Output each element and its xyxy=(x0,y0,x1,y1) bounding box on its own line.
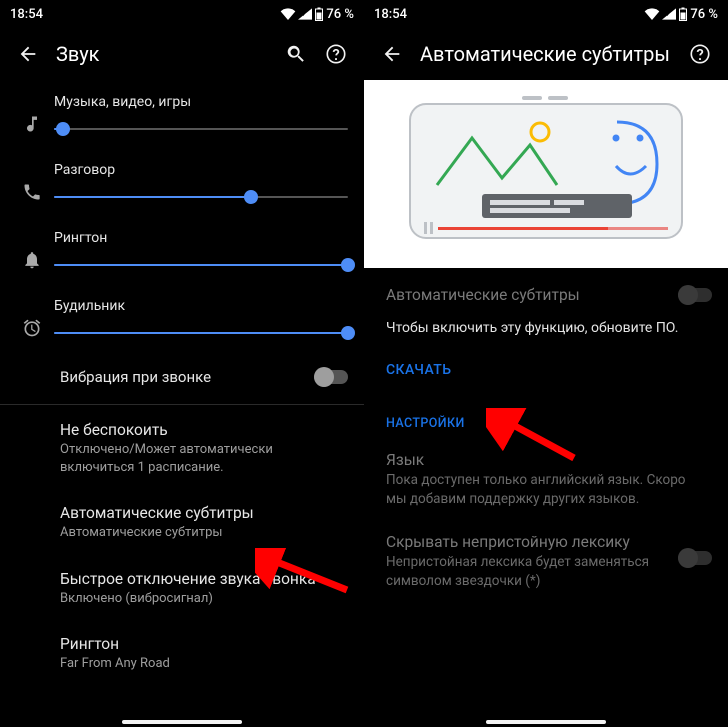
dnd-subtitle: Отключено/Может автоматически включиться… xyxy=(60,441,348,476)
appbar: Автоматические субтитры xyxy=(364,28,728,80)
phone-icon xyxy=(22,182,42,202)
bell-icon xyxy=(22,250,42,270)
signal-icon: 4 xyxy=(662,8,676,20)
screen-sound-settings: 18:54 4 76 % Звук xyxy=(0,0,364,727)
alarm-icon xyxy=(22,318,42,338)
auto-captions-subtitle: Автоматические субтитры xyxy=(60,524,348,542)
volume-ring-slider[interactable] xyxy=(54,250,348,280)
volume-alarm-slider[interactable] xyxy=(54,318,348,348)
page-title: Автоматические субтитры xyxy=(412,42,680,66)
captions-illustration-icon xyxy=(382,90,710,268)
page-title: Звук xyxy=(48,42,276,66)
auto-captions-switch xyxy=(678,288,712,302)
settings-section-label: Настройки xyxy=(364,390,728,437)
download-button[interactable]: Скачать xyxy=(364,342,728,390)
ringtone-title: Рингтон xyxy=(60,635,348,653)
status-battery: 76 % xyxy=(326,7,354,22)
svg-text:4: 4 xyxy=(301,11,305,18)
vibrate-on-ring-switch[interactable] xyxy=(314,370,348,384)
dnd-item[interactable]: Не беспокоить Отключено/Может автоматиче… xyxy=(0,407,364,490)
volume-call-label: Разговор xyxy=(54,162,348,178)
help-button[interactable] xyxy=(316,34,356,74)
volume-call-slider[interactable] xyxy=(54,182,348,212)
quick-mute-subtitle: Включено (вибросигнал) xyxy=(60,590,348,608)
statusbar: 18:54 4 76 % xyxy=(364,0,728,28)
quick-mute-title: Быстрое отключение звука звонка xyxy=(60,570,348,588)
profanity-item: Скрывать непристойную лексику Непристойн… xyxy=(364,519,728,601)
vibrate-on-ring-row[interactable]: Вибрация при звонке xyxy=(0,352,364,402)
status-time: 18:54 xyxy=(10,7,43,22)
music-note-icon xyxy=(22,114,42,134)
status-battery: 76 % xyxy=(690,7,718,22)
back-button[interactable] xyxy=(8,34,48,74)
arrow-back-icon xyxy=(17,43,39,65)
auto-captions-toggle-label: Автоматические субтитры xyxy=(386,286,678,304)
quick-mute-item[interactable]: Быстрое отключение звука звонка Включено… xyxy=(0,556,364,622)
update-note: Чтобы включить эту функцию, обновите ПО. xyxy=(364,310,728,342)
language-subtitle: Пока доступен только английский язык. Ск… xyxy=(386,471,704,509)
profanity-subtitle: Непристойная лексика будет заменяться си… xyxy=(386,553,670,591)
profanity-switch xyxy=(678,551,712,565)
language-item: Язык Пока доступен только английский язы… xyxy=(364,437,728,519)
battery-icon xyxy=(314,7,324,21)
battery-icon xyxy=(678,7,688,21)
auto-captions-title: Автоматические субтитры xyxy=(60,504,348,522)
wifi-icon xyxy=(644,8,660,20)
ringtone-item[interactable]: Рингтон Far From Any Road xyxy=(0,621,364,687)
status-indicators: 4 76 % xyxy=(644,7,718,22)
vibrate-on-ring-label: Вибрация при звонке xyxy=(60,368,314,386)
statusbar: 18:54 4 76 % xyxy=(0,0,364,28)
ringtone-subtitle: Far From Any Road xyxy=(60,655,348,673)
screen-auto-captions: 18:54 4 76 % Автоматические субтитры xyxy=(364,0,728,727)
volume-media-slider[interactable] xyxy=(54,114,348,144)
volume-alarm-label: Будильник xyxy=(54,298,348,314)
nav-home-indicator[interactable] xyxy=(122,720,242,724)
help-icon xyxy=(325,43,347,65)
appbar: Звук xyxy=(0,28,364,80)
nav-home-indicator[interactable] xyxy=(486,720,606,724)
auto-captions-toggle-row: Автоматические субтитры xyxy=(364,268,728,310)
help-button[interactable] xyxy=(680,34,720,74)
volume-media: Музыка, видео, игры xyxy=(0,80,364,148)
language-title: Язык xyxy=(386,451,704,469)
signal-icon: 4 xyxy=(298,8,312,20)
search-icon xyxy=(285,43,307,65)
volume-alarm: Будильник xyxy=(0,284,364,352)
hero-illustration xyxy=(364,80,728,268)
volume-call: Разговор xyxy=(0,148,364,216)
dnd-title: Не беспокоить xyxy=(60,421,348,439)
status-time: 18:54 xyxy=(374,7,407,22)
search-button[interactable] xyxy=(276,34,316,74)
auto-captions-item[interactable]: Автоматические субтитры Автоматические с… xyxy=(0,490,364,556)
wifi-icon xyxy=(280,8,296,20)
back-button[interactable] xyxy=(372,34,412,74)
volume-ring: Рингтон xyxy=(0,216,364,284)
svg-text:4: 4 xyxy=(665,11,669,18)
volume-media-label: Музыка, видео, игры xyxy=(54,94,348,110)
volume-ring-label: Рингтон xyxy=(54,230,348,246)
status-indicators: 4 76 % xyxy=(280,7,354,22)
profanity-title: Скрывать непристойную лексику xyxy=(386,533,670,551)
help-icon xyxy=(689,43,711,65)
arrow-back-icon xyxy=(381,43,403,65)
